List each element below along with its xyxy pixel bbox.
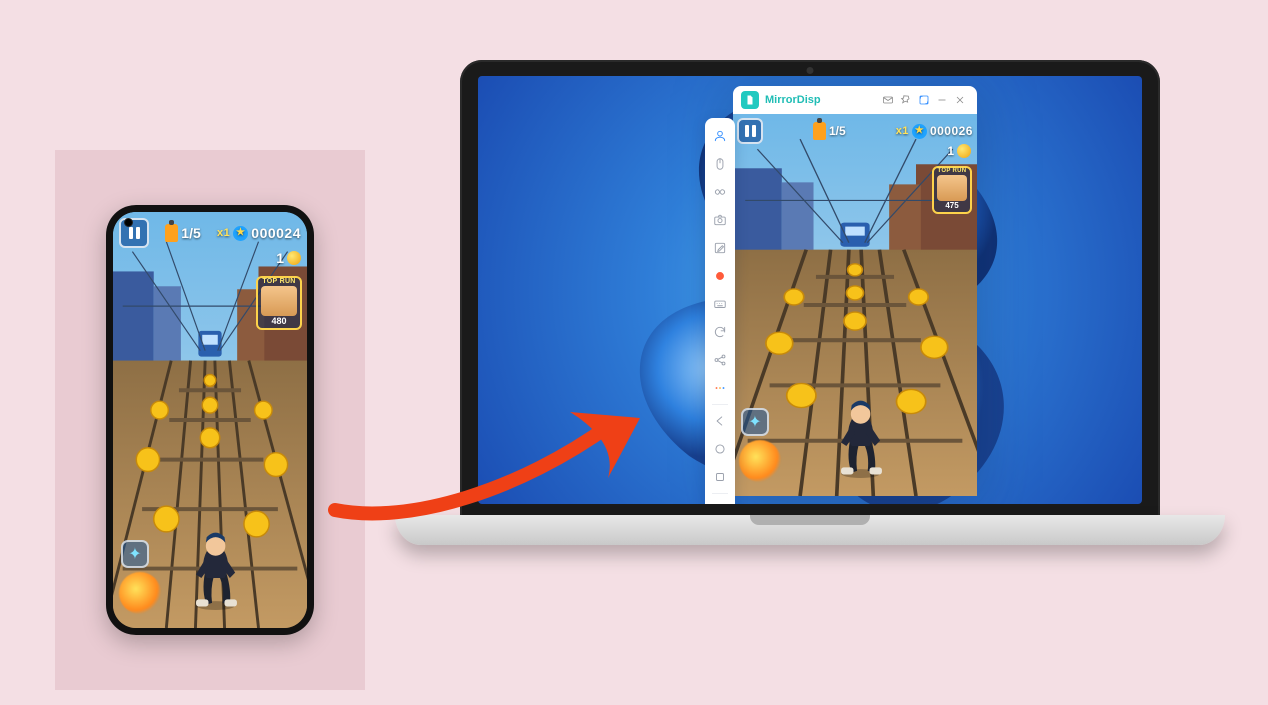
game-hud: 1/5 x1 000026 xyxy=(737,118,973,144)
edit-icon[interactable] xyxy=(708,236,732,260)
mirrored-screen[interactable]: 1/5 x1 000026 1 xyxy=(733,114,977,496)
star-icon xyxy=(912,124,927,139)
phone-screen: 1/5 x1 000024 1 TOP RUN 480 xyxy=(113,212,307,628)
laptop-lid: MirrorDisp xyxy=(460,60,1160,520)
side-toolbar xyxy=(705,118,735,504)
home-icon[interactable] xyxy=(708,437,732,461)
pause-button[interactable] xyxy=(737,118,763,144)
keyboard-icon[interactable] xyxy=(708,292,732,316)
progress-indicator: 1/5 xyxy=(813,122,846,140)
toolbar-separator xyxy=(712,493,728,494)
progress-indicator: 1/5 xyxy=(165,224,200,242)
progress-value: 1/5 xyxy=(181,225,200,241)
game-hud: 1/5 x1 000024 xyxy=(119,218,301,248)
coin-count: 1 xyxy=(276,250,284,266)
star-icon xyxy=(233,226,248,241)
laptop-base xyxy=(395,515,1225,545)
multiplier: x1 xyxy=(217,227,230,239)
rotate-icon[interactable] xyxy=(708,320,732,344)
coin-counter: 1 xyxy=(276,250,301,266)
spray-icon xyxy=(813,122,826,140)
coin-counter: 1 xyxy=(947,144,971,158)
game-scene-phone: 1/5 x1 000024 1 TOP RUN 480 xyxy=(113,212,307,628)
powerup-button[interactable]: ✦ xyxy=(741,408,769,436)
effect-swirl xyxy=(119,572,161,614)
top-run-card[interactable]: TOP RUN 475 xyxy=(932,166,972,214)
camera-icon[interactable] xyxy=(708,208,732,232)
progress-value: 1/5 xyxy=(829,124,846,138)
mail-icon[interactable] xyxy=(879,91,897,109)
laptop-camera-dot xyxy=(807,67,814,74)
minimize-icon[interactable] xyxy=(933,91,951,109)
phone-camera-dot xyxy=(124,218,133,227)
infinity-icon[interactable] xyxy=(708,180,732,204)
mouse-icon[interactable] xyxy=(708,152,732,176)
runner-character xyxy=(188,530,244,610)
powerup-button[interactable]: ✦ xyxy=(121,540,149,568)
score-display: x1 000026 xyxy=(896,124,973,139)
mirror-app-window: MirrorDisp xyxy=(733,86,977,496)
coin-icon xyxy=(957,144,971,158)
laptop-notch xyxy=(750,515,870,525)
laptop-device: MirrorDisp xyxy=(395,60,1225,660)
more-icon[interactable] xyxy=(708,376,732,400)
recents-icon[interactable] xyxy=(708,465,732,489)
score-display: x1 000024 xyxy=(217,225,301,241)
top-run-label: TOP RUN xyxy=(934,168,970,174)
top-run-card[interactable]: TOP RUN 480 xyxy=(256,276,302,330)
chevron-right-icon[interactable] xyxy=(708,498,732,504)
effect-swirl xyxy=(739,440,781,482)
spray-icon xyxy=(165,224,178,242)
game-scene-laptop: 1/5 x1 000026 1 xyxy=(733,114,977,496)
titlebar[interactable]: MirrorDisp xyxy=(733,86,977,114)
phone-backdrop: 1/5 x1 000024 1 TOP RUN 480 xyxy=(55,150,365,690)
desktop-wallpaper: MirrorDisp xyxy=(478,76,1142,504)
score-value: 000024 xyxy=(251,225,301,241)
top-run-avatar xyxy=(937,175,967,201)
top-run-avatar xyxy=(261,286,297,316)
share-icon[interactable] xyxy=(708,348,732,372)
app-title: MirrorDisp xyxy=(765,94,821,106)
coin-icon xyxy=(287,251,301,265)
pin-icon[interactable] xyxy=(897,91,915,109)
phone-device: 1/5 x1 000024 1 TOP RUN 480 xyxy=(106,205,314,635)
record-icon[interactable] xyxy=(708,264,732,288)
toolbar-separator xyxy=(712,404,728,405)
top-run-score: 475 xyxy=(934,201,970,210)
app-logo-icon xyxy=(741,91,759,109)
user-icon[interactable] xyxy=(708,124,732,148)
runner-character xyxy=(833,398,889,478)
close-icon[interactable] xyxy=(951,91,969,109)
top-run-score: 480 xyxy=(258,316,300,326)
back-icon[interactable] xyxy=(708,409,732,433)
top-run-label: TOP RUN xyxy=(258,278,300,285)
fullscreen-icon[interactable] xyxy=(915,91,933,109)
coin-count: 1 xyxy=(947,144,954,158)
score-value: 000026 xyxy=(930,124,973,138)
multiplier: x1 xyxy=(896,125,909,137)
